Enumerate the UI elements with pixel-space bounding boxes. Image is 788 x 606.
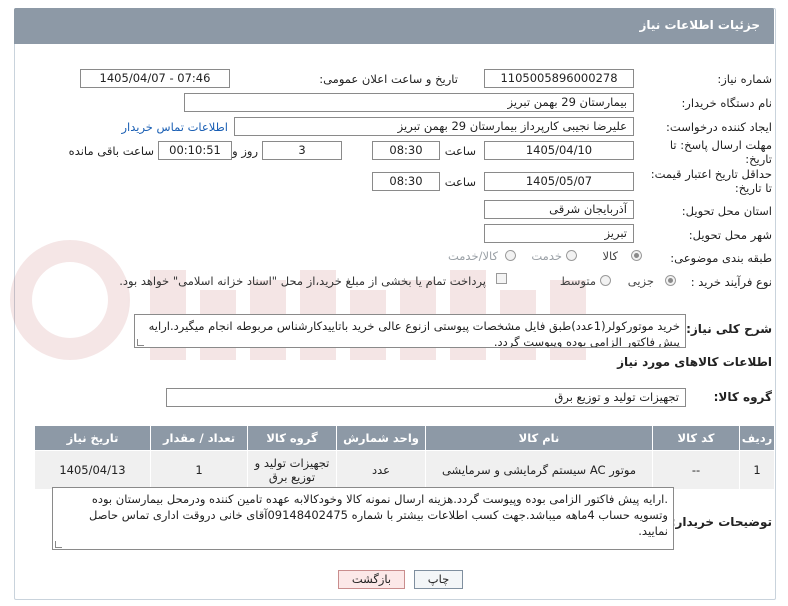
category-service-option: خدمت <box>531 249 562 263</box>
cell-quantity: 1 <box>150 450 248 490</box>
announce-datetime-field[interactable]: 1405/04/07 - 07:46 <box>80 69 230 88</box>
category-label: طبقه بندی موضوعی: <box>670 251 772 265</box>
reply-date-field[interactable]: 1405/04/10 <box>484 141 634 160</box>
treasury-payment-checkbox[interactable] <box>496 273 507 284</box>
category-goods-service-radio[interactable] <box>505 250 516 261</box>
panel-header: جزئیات اطلاعات نیاز <box>14 8 774 44</box>
cell-goods-group: تجهیزات تولید و توزیع برق <box>247 450 337 490</box>
announce-datetime-label: تاریخ و ساعت اعلان عمومی: <box>319 72 458 86</box>
category-goods-radio[interactable] <box>631 250 642 261</box>
cell-goods-code: -- <box>652 450 740 490</box>
delivery-province-label: استان محل تحویل: <box>681 204 772 218</box>
purchase-process-label: نوع فرآیند خرید : <box>690 275 772 289</box>
buyer-device-label: نام دستگاه خریدار: <box>681 96 772 110</box>
remaining-time-field[interactable]: 00:10:51 <box>158 141 232 160</box>
buyer-notes-field[interactable]: .ارایه پیش فاکتور الزامی بوده وپیوست گرد… <box>52 487 674 550</box>
items-section-title: اطلاعات کالاهای مورد نیاز <box>617 355 772 369</box>
resize-handle-icon[interactable] <box>137 339 144 346</box>
table-row[interactable]: 1 -- موتور AC سیستم گرمایشی و سرمایشی عد… <box>34 450 775 490</box>
remaining-time-label: ساعت باقی مانده <box>68 144 154 158</box>
category-goods-option: کالا <box>602 249 618 263</box>
delivery-city-label: شهر محل تحویل: <box>688 228 772 242</box>
buyer-contact-link[interactable]: اطلاعات تماس خریدار <box>121 120 228 134</box>
category-goods-service-option: کالا/خدمت <box>447 249 498 263</box>
table-header-row: ردیف کد کالا نام کالا واحد شمارش گروه کا… <box>34 425 775 451</box>
delivery-city-field[interactable]: تبریز <box>484 224 634 243</box>
cell-goods-name: موتور AC سیستم گرمایشی و سرمایشی <box>425 450 653 490</box>
process-medium-option: متوسط <box>559 274 596 288</box>
general-description-field[interactable]: خرید موتورکولر(1عدد)طبق فایل مشخصات پیوس… <box>134 314 686 348</box>
col-need-date: تاریخ نیاز <box>34 425 151 451</box>
buyer-notes-label: توضیحات خریدار: <box>670 515 772 529</box>
cell-unit: عدد <box>336 450 426 490</box>
page-title: جزئیات اطلاعات نیاز <box>639 18 760 32</box>
price-validity-time-label: ساعت <box>444 175 476 189</box>
treasury-payment-note: پرداخت تمام یا بخشی از مبلغ خرید،از محل … <box>119 274 486 288</box>
process-partial-radio[interactable] <box>665 275 676 286</box>
col-goods-name: نام کالا <box>425 425 653 451</box>
general-description-label: شرح کلی نیاز: <box>686 322 772 336</box>
goods-group-label: گروه کالا: <box>713 390 772 404</box>
cell-need-date: 1405/04/13 <box>34 450 151 490</box>
back-button[interactable]: بازگشت <box>338 570 405 589</box>
col-goods-code: کد کالا <box>652 425 740 451</box>
requester-field[interactable]: علیرضا نجیبی کارپرداز بیمارستان 29 بهمن … <box>234 117 634 136</box>
price-validity-label: حداقل تاریخ اعتبار قیمت: <box>650 167 772 181</box>
reply-time-field[interactable]: 08:30 <box>372 141 440 160</box>
need-number-field[interactable]: 1105005896000278 <box>484 69 634 88</box>
remaining-days-field[interactable]: 3 <box>262 141 342 160</box>
requester-label: ایجاد کننده درخواست: <box>666 120 772 134</box>
need-number-label: شماره نیاز: <box>717 72 772 86</box>
col-row-number: ردیف <box>739 425 775 451</box>
col-quantity: تعداد / مقدار <box>150 425 248 451</box>
price-validity-time-field[interactable]: 08:30 <box>372 172 440 191</box>
notes-resize-handle-icon[interactable] <box>55 541 62 548</box>
process-partial-option: جزیی <box>627 274 654 288</box>
goods-group-field[interactable]: تجهیزات تولید و توزیع برق <box>166 388 686 407</box>
buyer-device-field[interactable]: بیمارستان 29 بهمن تبریز <box>184 93 634 112</box>
days-label: روز و <box>232 144 258 158</box>
price-validity-label-2: تا تاریخ: <box>734 181 772 195</box>
category-service-radio[interactable] <box>566 250 577 261</box>
print-button[interactable]: چاپ <box>414 570 463 589</box>
reply-time-label: ساعت <box>444 144 476 158</box>
reply-deadline-label-2: تاریخ: <box>745 152 772 166</box>
price-validity-date-field[interactable]: 1405/05/07 <box>484 172 634 191</box>
items-table: ردیف کد کالا نام کالا واحد شمارش گروه کا… <box>34 425 775 490</box>
col-unit: واحد شمارش <box>336 425 426 451</box>
delivery-province-field[interactable]: آذربایجان شرقی <box>484 200 634 219</box>
reply-deadline-label: مهلت ارسال پاسخ: تا <box>669 138 772 152</box>
cell-row-number: 1 <box>739 450 775 490</box>
col-goods-group: گروه کالا <box>247 425 337 451</box>
process-medium-radio[interactable] <box>600 275 611 286</box>
